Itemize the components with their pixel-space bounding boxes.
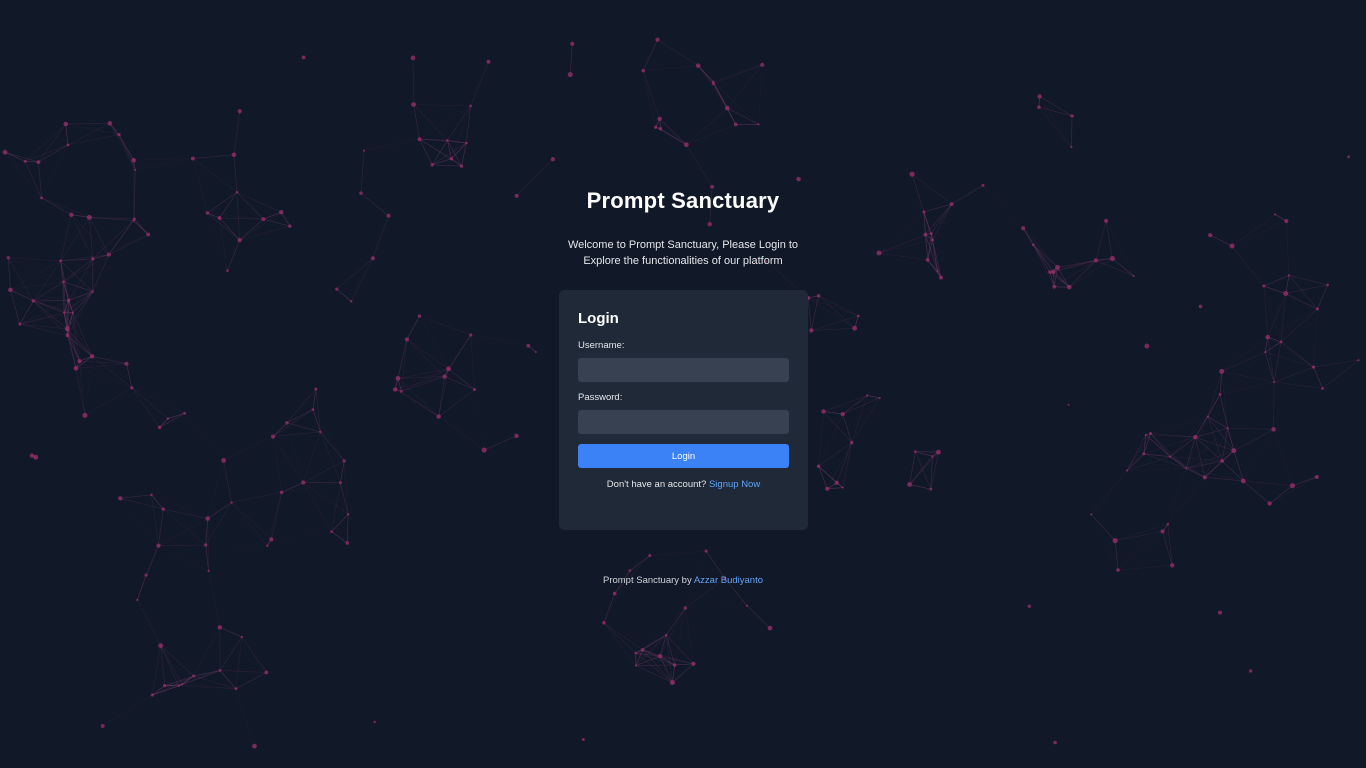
footer: Prompt Sanctuary by Azzar Budiyanto bbox=[0, 575, 1366, 586]
footer-text: Prompt Sanctuary by bbox=[602, 575, 692, 586]
welcome-line-1: Welcome to Prompt Sanctuary, Please Logi… bbox=[567, 239, 799, 251]
login-button[interactable]: Login bbox=[578, 444, 789, 468]
signup-row: Don't have an account? Signup Now bbox=[559, 479, 808, 490]
signup-link[interactable]: Signup Now bbox=[709, 479, 760, 490]
username-label: Username: bbox=[578, 340, 625, 351]
signup-prompt: Don't have an account? bbox=[606, 479, 707, 490]
password-label: Password: bbox=[578, 392, 623, 403]
page-title: Prompt Sanctuary bbox=[586, 188, 780, 213]
login-page: Prompt Sanctuary Welcome to Prompt Sanct… bbox=[0, 0, 1366, 768]
author-link[interactable]: Azzar Budiyanto bbox=[694, 575, 763, 586]
password-input[interactable] bbox=[578, 410, 789, 434]
login-card: Login Username: Password: Login Don't ha… bbox=[559, 290, 808, 530]
welcome-text: Welcome to Prompt Sanctuary, Please Logi… bbox=[563, 237, 803, 269]
username-input[interactable] bbox=[578, 358, 789, 382]
login-heading: Login bbox=[578, 310, 619, 327]
welcome-line-2: Explore the functionalities of our platf… bbox=[583, 255, 783, 267]
